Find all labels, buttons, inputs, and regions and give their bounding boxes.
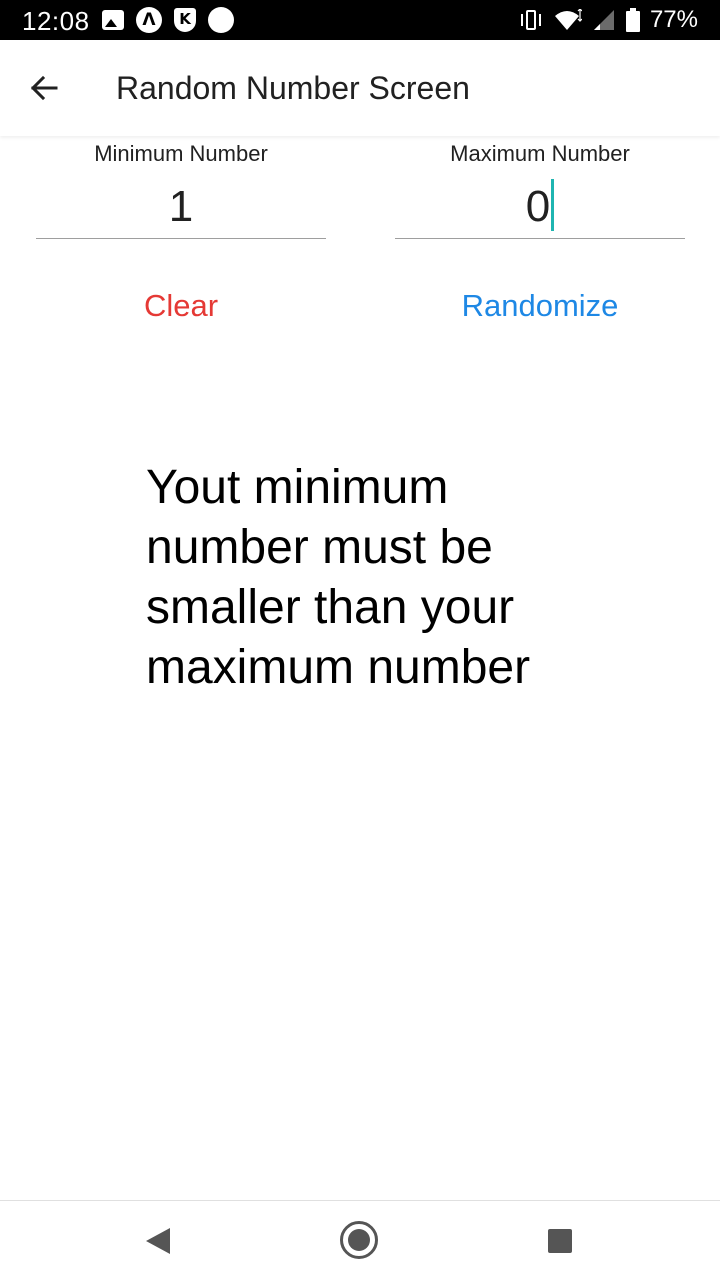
minimum-number-label: Minimum Number — [94, 141, 268, 166]
battery-icon — [625, 8, 640, 32]
status-time: 12:08 — [22, 6, 90, 36]
signal-icon — [593, 10, 614, 30]
maximum-number-value-wrap: 0 — [395, 175, 685, 239]
minimum-number-input[interactable]: 1 — [36, 175, 326, 239]
battery-percent: 77% — [649, 6, 698, 33]
randomize-button[interactable]: Randomize — [395, 288, 685, 324]
recents-square-icon[interactable] — [548, 1229, 572, 1253]
clear-button[interactable]: Clear — [36, 288, 326, 324]
status-bar: 12:08 Λ K 77% — [0, 0, 720, 40]
notification-icons: Λ K — [102, 7, 234, 33]
back-triangle-icon[interactable] — [146, 1228, 170, 1254]
wifi-icon — [554, 9, 582, 30]
page-title: Random Number Screen — [116, 70, 470, 106]
error-message: Yout minimum number must be smaller than… — [146, 461, 531, 694]
maximum-number-input[interactable]: 0 — [395, 175, 685, 239]
dot-icon — [208, 7, 234, 33]
maximum-number-label: Maximum Number — [450, 141, 630, 166]
maximum-number-field: Maximum Number 0 — [395, 136, 685, 239]
system-icons: 77% — [518, 6, 698, 34]
home-circle-icon[interactable] — [340, 1221, 378, 1259]
app-bar: Random Number Screen — [0, 40, 720, 136]
text-cursor — [551, 179, 555, 231]
maximum-number-value: 0 — [525, 182, 551, 231]
image-icon — [102, 10, 124, 30]
vibrate-icon — [518, 9, 544, 31]
minimum-number-value: 1 — [168, 182, 194, 231]
k-shield-icon: K — [174, 8, 196, 32]
a-circle-icon: Λ — [136, 7, 162, 33]
navigation-bar — [0, 1200, 720, 1280]
minimum-number-field: Minimum Number 1 — [36, 136, 326, 239]
arrow-left-icon[interactable] — [24, 68, 64, 108]
